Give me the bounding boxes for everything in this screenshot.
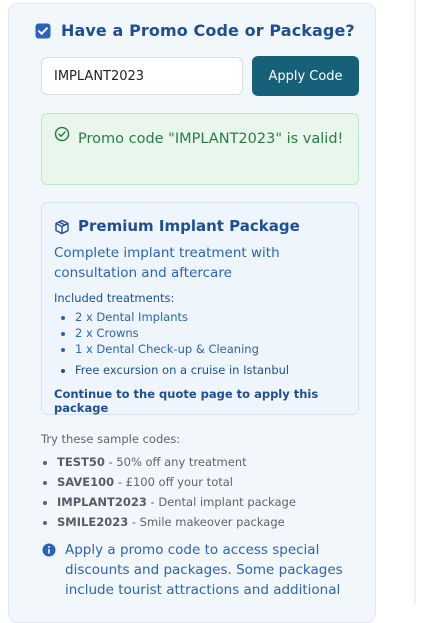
included-treatments-list: 2 x Dental Implants 2 x Crowns 1 x Denta… <box>54 309 259 357</box>
continue-to-quote-link[interactable]: Continue to the quote page to apply this… <box>54 387 358 415</box>
excursion-item: Free excursion on a cruise in Istanbul <box>75 363 289 377</box>
section-title: Have a Promo Code or Package? <box>61 21 355 40</box>
ticket-icon <box>35 23 51 38</box>
included-label: Included treatments: <box>54 291 175 305</box>
info-icon <box>42 543 56 557</box>
apply-code-button[interactable]: Apply Code <box>252 56 359 96</box>
package-title: Premium Implant Package <box>78 217 300 235</box>
promo-valid-message: Promo code "IMPLANT2023" is valid! <box>78 131 344 147</box>
treatment-item: 2 x Crowns <box>75 325 259 341</box>
sample-codes-list: TEST50 - 50% off any treatment SAVE100 -… <box>41 452 296 532</box>
package-card: Premium Implant Package Complete implant… <box>41 202 359 415</box>
sample-code: IMPLANT2023 <box>57 495 147 509</box>
excursion-list: Free excursion on a cruise in Istanbul <box>54 363 289 377</box>
check-circle-icon <box>54 126 70 142</box>
sample-code: TEST50 <box>57 455 105 469</box>
promo-code-input[interactable] <box>41 57 243 95</box>
treatment-item: 1 x Dental Check-up & Cleaning <box>75 341 259 357</box>
treatment-item: 2 x Dental Implants <box>75 309 259 325</box>
sample-code: SMILE2023 <box>57 515 129 529</box>
scroll-edge <box>414 0 416 604</box>
sample-code-desc: - Dental implant package <box>146 495 296 509</box>
sample-code-item: SMILE2023 - Smile makeover package <box>57 512 296 532</box>
sample-code-item: SAVE100 - £100 off your total <box>57 472 296 492</box>
sample-code-desc: - £100 off your total <box>114 475 233 489</box>
sample-codes-label: Try these sample codes: <box>41 432 181 446</box>
sample-code-item: TEST50 - 50% off any treatment <box>57 452 296 472</box>
info-message: Apply a promo code to access special dis… <box>65 542 343 598</box>
sample-code-desc: - Smile makeover package <box>128 515 285 529</box>
sample-code: SAVE100 <box>57 475 115 489</box>
sample-code-desc: - 50% off any treatment <box>104 455 247 469</box>
promo-valid-alert: Promo code "IMPLANT2023" is valid! <box>41 113 359 185</box>
sample-code-item: IMPLANT2023 - Dental implant package <box>57 492 296 512</box>
section-header: Have a Promo Code or Package? <box>34 21 355 40</box>
package-icon <box>55 219 69 235</box>
package-description: Complete implant treatment with consulta… <box>54 245 280 281</box>
